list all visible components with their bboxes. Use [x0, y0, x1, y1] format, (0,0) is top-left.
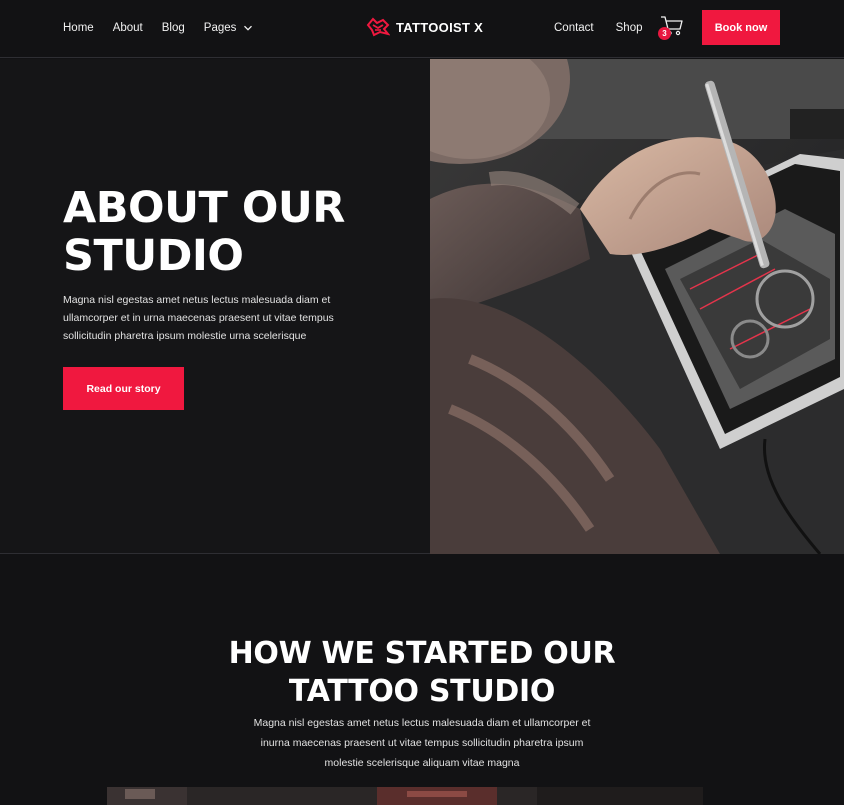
- story-section-description: Magna nisl egestas amet netus lectus mal…: [253, 717, 591, 769]
- hero-image-tattoo-artist: [430, 59, 844, 554]
- hero-description: Magna nisl egestas amet netus lectus mal…: [63, 294, 334, 342]
- book-now-button[interactable]: Book now: [702, 10, 780, 45]
- nav-link-about[interactable]: About: [113, 22, 143, 34]
- nav-link-blog[interactable]: Blog: [162, 22, 185, 34]
- story-section-title: HOW WE STARTED OUR TATTOO STUDIO: [228, 636, 616, 709]
- hero-title: ABOUT OUR STUDIO: [63, 183, 345, 281]
- hero-photo-illustration: [430, 59, 844, 554]
- cart-button[interactable]: 3: [658, 15, 686, 41]
- chevron-down-icon: [244, 25, 253, 31]
- nav-link-pages[interactable]: Pages: [204, 22, 254, 34]
- nav-link-home[interactable]: Home: [63, 22, 94, 34]
- navbar: Home About Blog Pages TATTOOIST X Contac…: [0, 0, 844, 58]
- primary-nav: Home About Blog Pages: [63, 0, 253, 55]
- story-section-image: [107, 787, 703, 805]
- hero-section: ABOUT OUR STUDIO Magna nisl egestas amet…: [0, 59, 844, 554]
- cart-count-badge: 3: [658, 27, 671, 40]
- nav-link-pages-label: Pages: [203, 21, 237, 34]
- secondary-nav: Contact Shop: [554, 0, 643, 55]
- logo-text: TATTOOIST X: [396, 19, 484, 35]
- tattoo-machine-icon: [366, 17, 390, 37]
- story-photo-strip: [107, 787, 703, 805]
- nav-link-shop[interactable]: Shop: [616, 22, 643, 34]
- read-our-story-button[interactable]: Read our story: [63, 367, 184, 410]
- nav-link-contact[interactable]: Contact: [554, 22, 594, 34]
- site-logo[interactable]: TATTOOIST X: [366, 14, 483, 40]
- story-section: HOW WE STARTED OUR TATTOO STUDIO Magna n…: [0, 555, 844, 805]
